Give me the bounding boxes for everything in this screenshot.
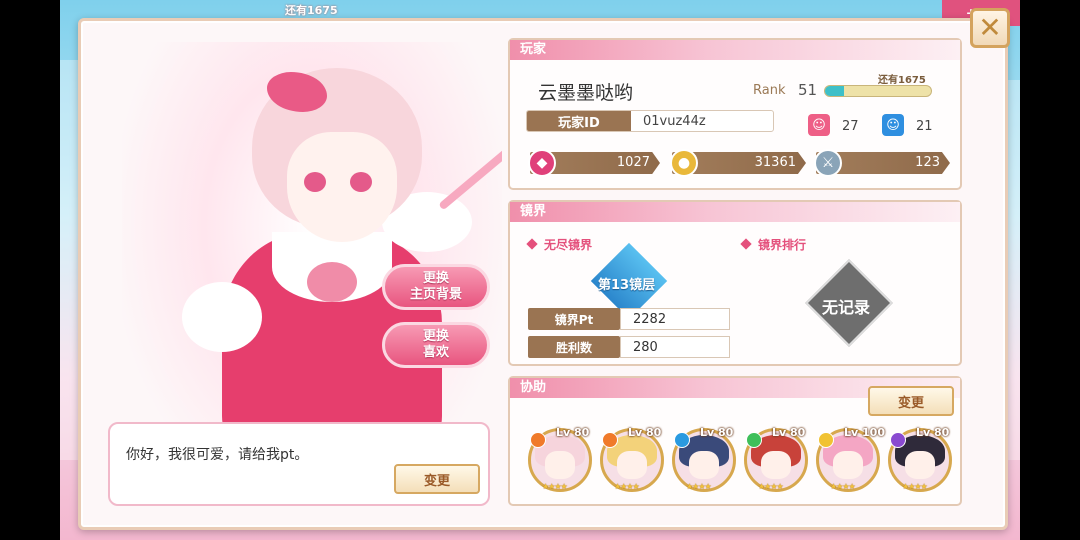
pink-face-icon: ☺: [808, 114, 830, 136]
player-id-value: 01vuz44z: [643, 113, 706, 129]
portrait-face: [689, 451, 719, 479]
wins-value: 280: [620, 336, 730, 358]
mirror-section-title: 镜界: [510, 202, 960, 222]
rank-label: Rank: [753, 83, 786, 98]
wood-attribute-icon: [746, 432, 762, 448]
mirror-pt-label: 镜界Pt: [528, 308, 620, 330]
star-rating-icon: ★★★★: [758, 482, 784, 491]
support-member-level: Lv 80: [916, 426, 950, 439]
stat-value-pink: 27: [842, 119, 859, 134]
player-name: 云墨墨哒哟: [538, 82, 634, 104]
support-member-level: Lv 80: [700, 426, 734, 439]
star-rating-icon: ★★★★: [902, 482, 928, 491]
blue-face-icon: ☺: [882, 114, 904, 136]
fire-attribute-icon: [530, 432, 546, 448]
coin-icon: ●: [670, 149, 698, 177]
xp-bar-fill: [825, 86, 845, 96]
fire-attribute-icon: [602, 432, 618, 448]
xp-bar: [824, 85, 932, 97]
support-member-level: Lv 80: [556, 426, 590, 439]
mirror-section: 镜界 无尽镜界 镜界排行 第13镜层 无记录 镜界Pt 2282 胜利数 280: [508, 200, 962, 366]
player-id-field: 玩家ID 01vuz44z: [526, 110, 774, 132]
gem-icon: ◆: [528, 149, 556, 177]
endless-mirror-label: 无尽镜界: [526, 236, 592, 253]
water-attribute-icon: [674, 432, 690, 448]
change-support-button[interactable]: 变更: [868, 386, 954, 416]
player-section-title: 玩家: [510, 40, 960, 60]
change-favorite-label-2: 喜欢: [422, 345, 449, 360]
stat-value-blue: 21: [916, 119, 933, 134]
speech-bubble: 你好，我很可爱，请给我pt。 变更: [108, 422, 490, 506]
xp-remaining: 还有1675: [878, 75, 926, 86]
rank-value: 51: [798, 81, 818, 99]
dark-attribute-icon: [890, 432, 906, 448]
portrait-face: [545, 451, 575, 479]
star-rating-icon: ★★★★: [542, 482, 568, 491]
wins-label: 胜利数: [528, 336, 620, 358]
change-speech-button[interactable]: 变更: [394, 464, 480, 494]
support-member-level: Lv 100: [844, 426, 885, 439]
floor-label: 第13镜层: [598, 278, 656, 293]
close-button[interactable]: ✕: [970, 8, 1010, 48]
support-section: 协助 变更 Lv 80 ★★★★ Lv 80 ★★★★ Lv 80 ★★★★ Lv 80 ★★…: [508, 376, 962, 506]
portrait-face: [833, 451, 863, 479]
portrait-face: [905, 451, 935, 479]
top-remaining-text: 还有1675: [285, 4, 338, 17]
star-rating-icon: ★★★★: [614, 482, 640, 491]
no-record-text: 无记录: [822, 298, 871, 317]
portrait-face: [617, 451, 647, 479]
close-icon: ✕: [978, 11, 1002, 44]
mirror-ranking-label[interactable]: 镜界排行: [740, 236, 806, 253]
sword-icon: ⚔: [814, 149, 842, 177]
change-favorite-button[interactable]: 更换 喜欢: [382, 322, 490, 368]
change-homepage-bg-button[interactable]: 更换 主页背景: [382, 264, 490, 310]
star-rating-icon: ★★★★: [686, 482, 712, 491]
change-homepage-bg-label-1: 更换: [422, 271, 449, 286]
mirror-pt-value: 2282: [620, 308, 730, 330]
support-member-level: Lv 80: [628, 426, 662, 439]
star-rating-icon: ★★★★: [830, 482, 856, 491]
change-favorite-label-1: 更换: [422, 329, 449, 344]
speech-text: 你好，我很可爱，请给我pt。: [126, 447, 309, 463]
light-attribute-icon: [818, 432, 834, 448]
change-homepage-bg-label-2: 主页背景: [409, 287, 462, 302]
portrait-face: [761, 451, 791, 479]
player-section: 玩家 云墨墨哒哟 Rank 51 还有1675 玩家ID 01vuz44z ☺ …: [508, 38, 962, 190]
player-id-label: 玩家ID: [527, 111, 631, 131]
support-member-level: Lv 80: [772, 426, 806, 439]
